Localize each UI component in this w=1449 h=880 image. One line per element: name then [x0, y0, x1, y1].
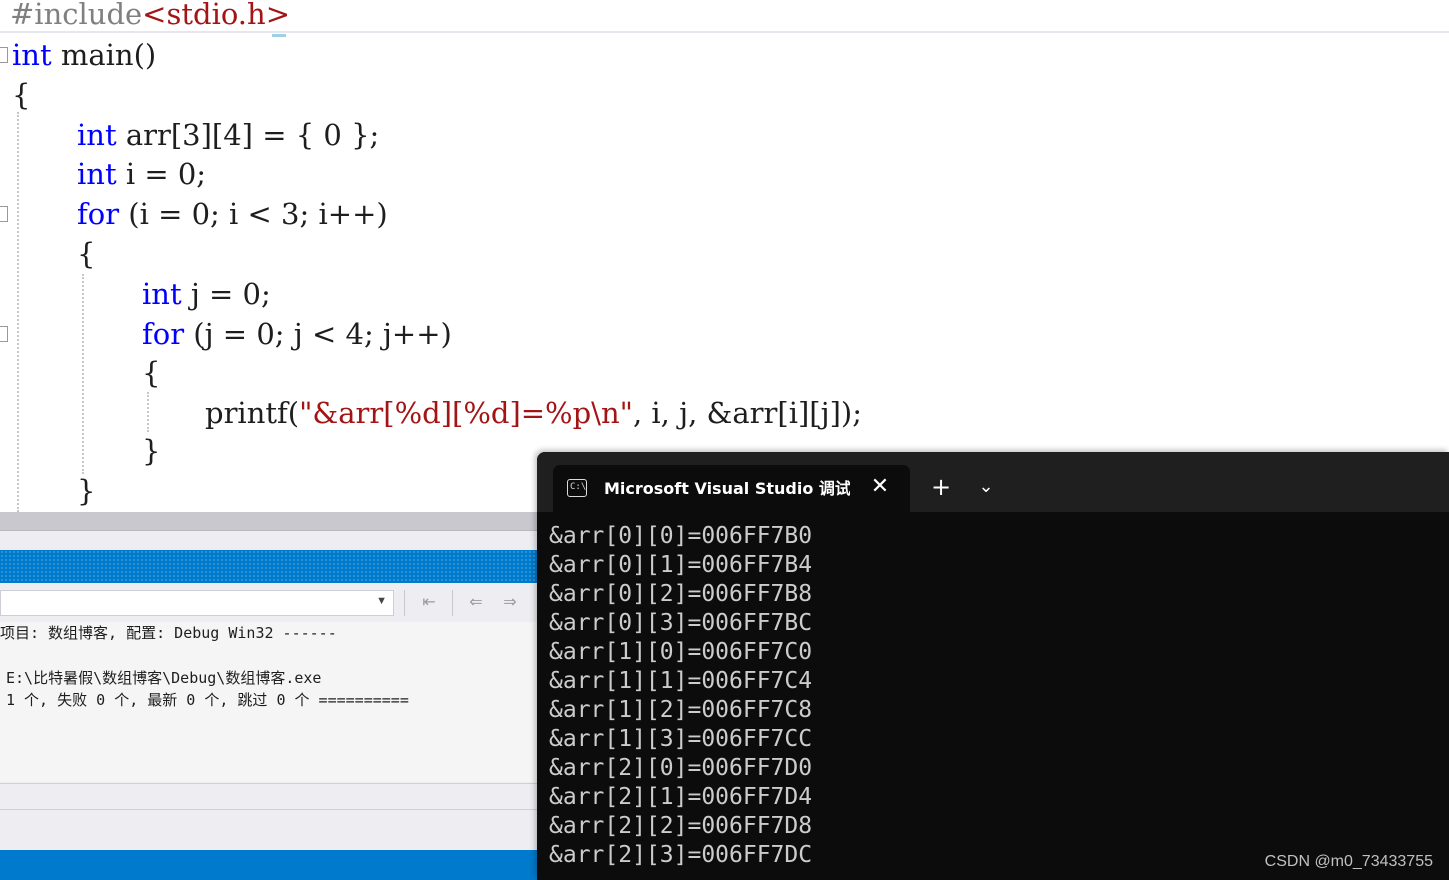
code-text: main() — [51, 38, 157, 72]
code-line-for-j: for (j = 0; j < 4; j++) — [142, 314, 452, 354]
ide-output-area: ▼ ⇤ ⇐ ⇒ 项目: 数组博客, 配置: Debug Win32 ------… — [0, 512, 537, 880]
line-separator — [0, 31, 1449, 33]
code-text: i = 0; — [116, 157, 207, 191]
code-line-arr: int arr[3][4] = { 0 }; — [77, 115, 379, 155]
preprocessor-directive: #include — [10, 0, 143, 31]
code-text: (i = 0; i < 3; i++) — [119, 197, 388, 231]
watermark: CSDN @m0_73433755 — [1264, 853, 1433, 870]
chevron-down-icon: ▼ — [376, 595, 387, 607]
terminal-tab[interactable]: C:\ Microsoft Visual Studio 调试控制台 ✕ — [553, 465, 910, 512]
code-text: { — [77, 237, 96, 271]
terminal-line: &arr[1][0]=006FF7C0 — [549, 639, 813, 665]
code-line-main: int main() — [12, 35, 156, 75]
code-text: j = 0; — [181, 277, 271, 311]
terminal-tab-title: Microsoft Visual Studio 调试控制台 — [604, 479, 850, 498]
output-line: 项目: 数组博客, 配置: Debug Win32 ------ — [0, 624, 337, 642]
toolbar-divider — [452, 590, 453, 616]
code-text: (j = 0; j < 4; j++) — [184, 317, 452, 351]
code-line-brace: } — [77, 471, 95, 511]
terminal-line: &arr[0][2]=006FF7B8 — [549, 581, 813, 607]
code-line-include: #include<stdio.h> — [10, 0, 290, 34]
code-line-brace: } — [142, 431, 160, 471]
code-line-for-i: for (i = 0; i < 3; i++) — [77, 194, 388, 234]
indent-guide — [17, 112, 19, 512]
code-editor[interactable]: #include<stdio.h> int main() { int arr[3… — [0, 0, 1449, 512]
keyword: int — [77, 118, 117, 152]
terminal-line: &arr[1][3]=006FF7CC — [549, 726, 813, 752]
debug-console-window[interactable]: C:\ Microsoft Visual Studio 调试控制台 ✕ + ⌄ … — [537, 452, 1449, 880]
terminal-line: &arr[0][3]=006FF7BC — [549, 610, 813, 636]
output-source-dropdown[interactable]: ▼ — [0, 590, 394, 616]
string-literal: "&arr[%d][%d]=%p\n" — [299, 396, 633, 430]
edit-marker — [272, 34, 286, 37]
terminal-line: &arr[1][1]=006FF7C4 — [549, 668, 813, 694]
code-line-brace: { — [142, 353, 160, 393]
indent-guide — [147, 392, 149, 432]
output-line: E:\比特暑假\数组博客\Debug\数组博客.exe — [6, 669, 322, 687]
terminal-line: &arr[2][0]=006FF7D0 — [549, 755, 813, 781]
next-message-icon[interactable]: ⇒ — [499, 592, 521, 612]
previous-message-icon[interactable]: ⇐ — [465, 592, 487, 612]
code-text: { — [12, 78, 31, 112]
include-header: <stdio.h> — [142, 0, 290, 31]
terminal-line: &arr[0][0]=006FF7B0 — [549, 523, 813, 549]
toolbar-divider — [404, 590, 405, 616]
code-text: } — [142, 434, 161, 468]
horizontal-scrollbar[interactable] — [0, 512, 537, 531]
indent-guide — [82, 274, 84, 474]
keyword: for — [142, 317, 185, 351]
close-tab-icon[interactable]: ✕ — [869, 475, 891, 499]
fold-toggle-for-j[interactable] — [0, 326, 8, 342]
status-bar — [0, 850, 537, 880]
keyword: int — [77, 157, 117, 191]
find-message-icon[interactable]: ⇤ — [418, 592, 440, 612]
code-text: arr[3][4] = { 0 }; — [116, 118, 380, 152]
console-icon: C:\ — [567, 479, 587, 497]
keyword: for — [77, 197, 120, 231]
terminal-output[interactable]: &arr[0][0]=006FF7B0 &arr[0][1]=006FF7B4 … — [537, 512, 1449, 880]
code-line-printf: printf("&arr[%d][%d]=%p\n", i, j, &arr[i… — [205, 393, 862, 433]
output-line: 1 个, 失败 0 个, 最新 0 个, 跳过 0 个 ========== — [6, 691, 409, 709]
code-line-j: int j = 0; — [142, 274, 271, 314]
code-line-brace: { — [77, 234, 95, 274]
code-line-i: int i = 0; — [77, 154, 206, 194]
terminal-line: &arr[0][1]=006FF7B4 — [549, 552, 813, 578]
fold-toggle-for-i[interactable] — [0, 206, 8, 222]
function-call: printf( — [205, 396, 300, 430]
output-text-area[interactable]: 项目: 数组博客, 配置: Debug Win32 ------ E:\比特暑假… — [0, 622, 537, 782]
output-toolbar: ▼ ⇤ ⇐ ⇒ — [0, 586, 537, 620]
terminal-line: &arr[2][3]=006FF7DC — [549, 842, 813, 868]
terminal-line: &arr[1][2]=006FF7C8 — [549, 697, 813, 723]
keyword: int — [142, 277, 182, 311]
code-line-brace: { — [12, 75, 30, 115]
terminal-tab-bar: C:\ Microsoft Visual Studio 调试控制台 ✕ + ⌄ — [537, 452, 1449, 512]
panel-divider — [0, 809, 537, 810]
chevron-down-icon[interactable]: ⌄ — [974, 474, 998, 500]
new-tab-icon[interactable]: + — [928, 474, 954, 500]
code-text: , i, j, &arr[i][j]); — [632, 396, 862, 430]
terminal-line: &arr[2][1]=006FF7D4 — [549, 784, 813, 810]
code-text: { — [142, 356, 161, 390]
fold-toggle-main[interactable] — [0, 47, 8, 63]
terminal-line: &arr[2][2]=006FF7D8 — [549, 813, 813, 839]
output-panel-titlebar[interactable] — [0, 550, 537, 583]
code-text: } — [77, 474, 96, 508]
keyword: int — [12, 38, 52, 72]
bottom-panel — [0, 783, 537, 848]
